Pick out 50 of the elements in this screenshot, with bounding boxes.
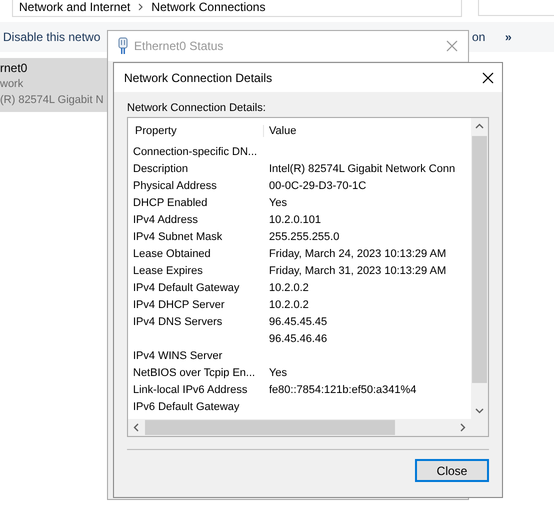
column-header[interactable]: Property <box>133 125 263 137</box>
property-cell-text: Lease Expires <box>133 264 204 276</box>
property-cell-text: IPv4 WINS Server <box>133 350 224 362</box>
value-cell-text: Friday, March 31, 2023 10:13:29 AM <box>268 264 448 276</box>
window-title: Ethernet0 Status <box>134 39 224 53</box>
value-cell-text: Yes <box>268 366 288 378</box>
close-icon[interactable] <box>482 72 494 84</box>
close-button[interactable]: Close <box>415 459 489 482</box>
value-cell-text: 10.2.0.2 <box>268 282 310 294</box>
connection-name: rnet0 <box>0 61 28 76</box>
network-name: work <box>0 77 24 92</box>
property-cell-text: Link-local IPv6 Address <box>133 384 248 396</box>
more-button[interactable]: » <box>505 30 512 44</box>
value-cell-text: Friday, March 24, 2023 10:13:29 AM <box>268 248 448 260</box>
value-cell-text: 10.2.0.101 <box>268 214 322 226</box>
property-cell-text: IPv4 DNS Servers <box>133 316 224 328</box>
value-cell-text: 96.45.45.45 <box>268 316 328 328</box>
breadcrumb-item[interactable]: Network and Internet <box>19 0 130 14</box>
plug-icon <box>118 37 128 55</box>
property-cell-text: Physical Address <box>133 180 218 192</box>
value-cell-text: Intel(R) 82574L Gigabit Network Conn <box>268 162 456 174</box>
property-cell-text: IPv4 DHCP Server <box>133 298 226 310</box>
value-cell-text: 00-0C-29-D3-70-1C <box>268 180 368 192</box>
toolbar-button[interactable]: on <box>472 30 486 44</box>
property-cell-text: DHCP Enabled <box>133 196 208 208</box>
value-cell-text: fe80::7854:121b:ef50:a341%4 <box>268 384 418 396</box>
property-cell-text: NetBIOS over Tcpip En... <box>133 366 256 378</box>
property-cell-text: IPv6 Default Gateway <box>133 400 240 412</box>
property-cell-text: IPv4 Default Gateway <box>133 282 240 294</box>
value-cell-text: Yes <box>268 196 288 208</box>
horizontal-scrollbar[interactable] <box>128 419 471 436</box>
section-label: Network Connection Details: <box>127 102 267 114</box>
property-cell-text: IPv4 Address <box>133 214 199 226</box>
search-field[interactable] <box>478 0 554 16</box>
property-cell-text: Lease Obtained <box>133 248 212 260</box>
property-cell-text: Description <box>133 162 190 174</box>
dialog-title: Network Connection Details <box>124 70 274 84</box>
property-cell-text: Connection-specific DN... <box>133 146 258 158</box>
details-list[interactable] <box>127 117 489 437</box>
property-cell-text: IPv4 Subnet Mask <box>133 230 224 242</box>
value-cell-text: 10.2.0.2 <box>268 298 310 310</box>
vertical-scrollbar[interactable] <box>471 118 488 419</box>
toolbar-button[interactable]: Disable this netwo <box>3 30 100 44</box>
breadcrumb-item[interactable]: Network Connections <box>151 0 266 14</box>
chevron-icon <box>138 3 144 11</box>
address-bar[interactable]: Network and Internet Network Connections <box>12 0 462 17</box>
value-cell-text: 96.45.46.46 <box>268 332 328 344</box>
connection-item[interactable]: rnet0 work (R) 82574L Gigabit N <box>0 58 107 112</box>
device-name: (R) 82574L Gigabit N <box>0 93 105 108</box>
value-cell-text: 255.255.255.0 <box>268 230 340 242</box>
